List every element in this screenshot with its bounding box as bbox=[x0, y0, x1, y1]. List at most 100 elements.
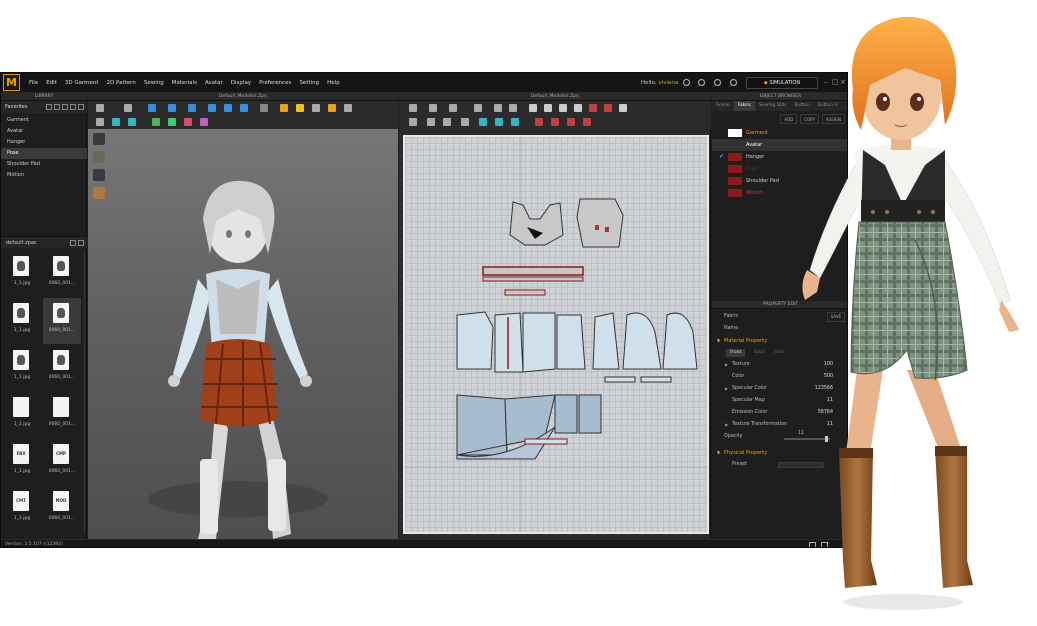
library-item-garment[interactable]: Garment bbox=[1, 115, 87, 126]
library-item-motion[interactable]: Motion bbox=[1, 170, 87, 181]
pin-tool-icon[interactable] bbox=[280, 104, 288, 112]
texture-edit-icon[interactable] bbox=[479, 118, 487, 126]
fold-tool-icon[interactable] bbox=[260, 104, 268, 112]
sew-free-icon[interactable] bbox=[551, 118, 559, 126]
garment-tool-icon[interactable] bbox=[188, 104, 196, 112]
polygon-tool-icon[interactable] bbox=[559, 104, 567, 112]
2d-pattern-canvas[interactable] bbox=[403, 135, 709, 534]
tab-back[interactable]: Back bbox=[754, 349, 765, 357]
menu-file[interactable]: File bbox=[25, 73, 42, 93]
file-thumb[interactable]: 0060_001... bbox=[43, 345, 81, 391]
refresh-icon[interactable] bbox=[70, 240, 76, 246]
rectangle-tool-icon[interactable] bbox=[529, 104, 537, 112]
grid-icon[interactable] bbox=[78, 104, 84, 110]
menu-edit[interactable]: Edit bbox=[42, 73, 61, 93]
menu-setting[interactable]: Setting bbox=[295, 73, 323, 93]
tab-fabric[interactable]: Fabric bbox=[733, 101, 756, 111]
menu-2d-pattern[interactable]: 2D Pattern bbox=[103, 73, 140, 93]
file-thumb[interactable]: 0060_001... bbox=[43, 298, 81, 344]
skin-display-icon[interactable] bbox=[93, 187, 105, 199]
file-thumb[interactable]: 1_1.jpg bbox=[3, 345, 41, 391]
dart-tool-icon[interactable] bbox=[574, 104, 582, 112]
library-item-pose[interactable]: Pose bbox=[1, 148, 87, 159]
texture-move-icon[interactable] bbox=[495, 118, 503, 126]
tab-front[interactable]: Front bbox=[726, 349, 746, 357]
garment-tool-icon[interactable] bbox=[148, 104, 156, 112]
measure-tool-icon[interactable] bbox=[312, 104, 320, 112]
folder-icon[interactable] bbox=[62, 104, 68, 110]
sew-multi-icon[interactable] bbox=[567, 118, 575, 126]
tab-scene[interactable]: Scene bbox=[712, 101, 734, 111]
internal-line-icon[interactable] bbox=[589, 104, 597, 112]
move-tool-icon[interactable] bbox=[124, 104, 132, 112]
add-icon[interactable] bbox=[54, 104, 60, 110]
file-thumb[interactable]: 1_1.jpg bbox=[3, 251, 41, 297]
menu-display[interactable]: Display bbox=[227, 73, 255, 93]
select-pattern-icon[interactable] bbox=[429, 104, 437, 112]
menu-help[interactable]: Help bbox=[323, 73, 344, 93]
avatar-tool-icon[interactable] bbox=[328, 104, 336, 112]
edit-tool-icon[interactable] bbox=[128, 118, 136, 126]
rotate-tool-icon[interactable] bbox=[409, 104, 417, 112]
library-item-shoulder-pad[interactable]: Shoulder Pad bbox=[1, 159, 87, 170]
shirt-green-icon[interactable] bbox=[152, 118, 160, 126]
library-scrollbar[interactable] bbox=[83, 251, 86, 531]
menu-avatar[interactable]: Avatar bbox=[201, 73, 227, 93]
curve-tool-icon[interactable] bbox=[494, 104, 502, 112]
file-thumb[interactable]: MOD 0060_001... bbox=[43, 486, 81, 532]
favorites-tab[interactable]: Favorites bbox=[5, 101, 28, 113]
user-name[interactable]: viviena bbox=[658, 80, 678, 86]
menu-preferences[interactable]: Preferences bbox=[255, 73, 295, 93]
grid-tool-icon[interactable] bbox=[619, 104, 627, 112]
edit-pattern-icon[interactable] bbox=[449, 104, 457, 112]
notch-tool-icon[interactable] bbox=[427, 118, 435, 126]
chat-icon[interactable] bbox=[698, 79, 705, 86]
file-thumb[interactable]: FBX 1_1.jpg bbox=[3, 439, 41, 485]
menu-sewing[interactable]: Sewing bbox=[140, 73, 168, 93]
seam-tool-icon[interactable] bbox=[461, 118, 469, 126]
garment-tool-icon[interactable] bbox=[208, 104, 216, 112]
menu-materials[interactable]: Materials bbox=[168, 73, 201, 93]
tab-sewing-stds[interactable]: Sewing Stds bbox=[755, 101, 791, 111]
file-thumb[interactable]: 0060_001... bbox=[43, 251, 81, 297]
view-mode-icon[interactable] bbox=[93, 133, 105, 145]
file-thumb[interactable]: 1_1.jpg bbox=[3, 392, 41, 438]
circle-tool-icon[interactable] bbox=[544, 104, 552, 112]
texture-tool-icon[interactable] bbox=[112, 118, 120, 126]
menu-3d-garment[interactable]: 3D Garment bbox=[61, 73, 103, 93]
file-thumb[interactable]: 0060_001... bbox=[43, 392, 81, 438]
point-tool-icon[interactable] bbox=[474, 104, 482, 112]
sphere-tool-icon[interactable] bbox=[296, 104, 304, 112]
grid-icon[interactable] bbox=[78, 240, 84, 246]
texture-scale-icon[interactable] bbox=[511, 118, 519, 126]
fold-line-icon[interactable] bbox=[443, 118, 451, 126]
settings-icon[interactable] bbox=[714, 79, 721, 86]
file-thumb[interactable]: 1_1.jpg bbox=[3, 298, 41, 344]
garment-tool-icon[interactable] bbox=[240, 104, 248, 112]
globe-icon[interactable] bbox=[730, 79, 737, 86]
sew-segment-icon[interactable] bbox=[535, 118, 543, 126]
transform-tool-icon[interactable] bbox=[96, 118, 104, 126]
file-thumb[interactable]: CMP 0060_001... bbox=[43, 439, 81, 485]
tape-tool-icon[interactable] bbox=[344, 104, 352, 112]
library-item-avatar[interactable]: Avatar bbox=[1, 126, 87, 137]
refresh-icon[interactable] bbox=[46, 104, 52, 110]
shoe-display-icon[interactable] bbox=[93, 169, 105, 181]
tab-side[interactable]: Side bbox=[774, 349, 784, 357]
shirt-teal-icon[interactable] bbox=[168, 118, 176, 126]
list-icon[interactable] bbox=[70, 104, 76, 110]
avatar-display-icon[interactable] bbox=[93, 151, 105, 163]
garment-tool-icon[interactable] bbox=[224, 104, 232, 112]
trace-tool-icon[interactable] bbox=[604, 104, 612, 112]
3d-viewport[interactable] bbox=[88, 129, 398, 539]
library-item-hanger[interactable]: Hanger bbox=[1, 137, 87, 148]
select-tool-icon[interactable] bbox=[96, 104, 104, 112]
garment-tool-icon[interactable] bbox=[168, 104, 176, 112]
sew-edit-icon[interactable] bbox=[583, 118, 591, 126]
arrange-tool-icon[interactable] bbox=[409, 118, 417, 126]
shirt-purple-icon[interactable] bbox=[200, 118, 208, 126]
pen-tool-icon[interactable] bbox=[509, 104, 517, 112]
user-icon[interactable] bbox=[683, 79, 690, 86]
shirt-red-icon[interactable] bbox=[184, 118, 192, 126]
file-thumb[interactable]: CMT 1_1.jpg bbox=[3, 486, 41, 532]
